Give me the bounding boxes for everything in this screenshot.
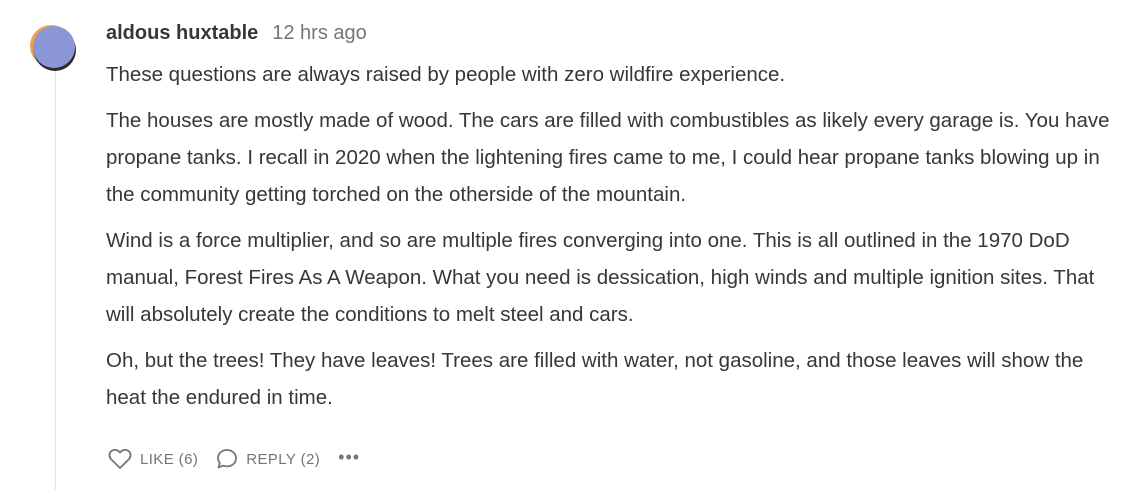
comment-paragraph: The houses are mostly made of wood. The … — [106, 109, 1110, 206]
comment-paragraph: These questions are always raised by peo… — [106, 63, 786, 86]
speech-bubble-icon — [217, 449, 238, 469]
thread-line — [55, 70, 56, 490]
comment-paragraph: Wind is a force multiplier, and so are m… — [106, 229, 1095, 326]
comment-actions: LIKE (6) REPLY (2) ••• — [108, 447, 360, 470]
reply-button[interactable]: REPLY (2) — [216, 448, 320, 470]
comment-paragraph: Oh, but the trees! They have leaves! Tre… — [106, 349, 1084, 409]
like-button[interactable]: LIKE (6) — [108, 448, 198, 470]
avatar-image — [30, 25, 76, 71]
like-label: LIKE (6) — [140, 450, 199, 468]
comment-meta: aldous huxtable 12 hrs ago — [106, 18, 1116, 56]
comment-body: aldous huxtable 12 hrs ago These questio… — [106, 18, 1116, 425]
author-name[interactable]: aldous huxtable — [106, 22, 258, 45]
reply-label: REPLY (2) — [246, 450, 321, 468]
heart-icon — [108, 448, 132, 469]
avatar[interactable] — [30, 22, 80, 74]
more-options-button[interactable]: ••• — [338, 447, 360, 468]
timestamp[interactable]: 12 hrs ago — [272, 22, 367, 45]
